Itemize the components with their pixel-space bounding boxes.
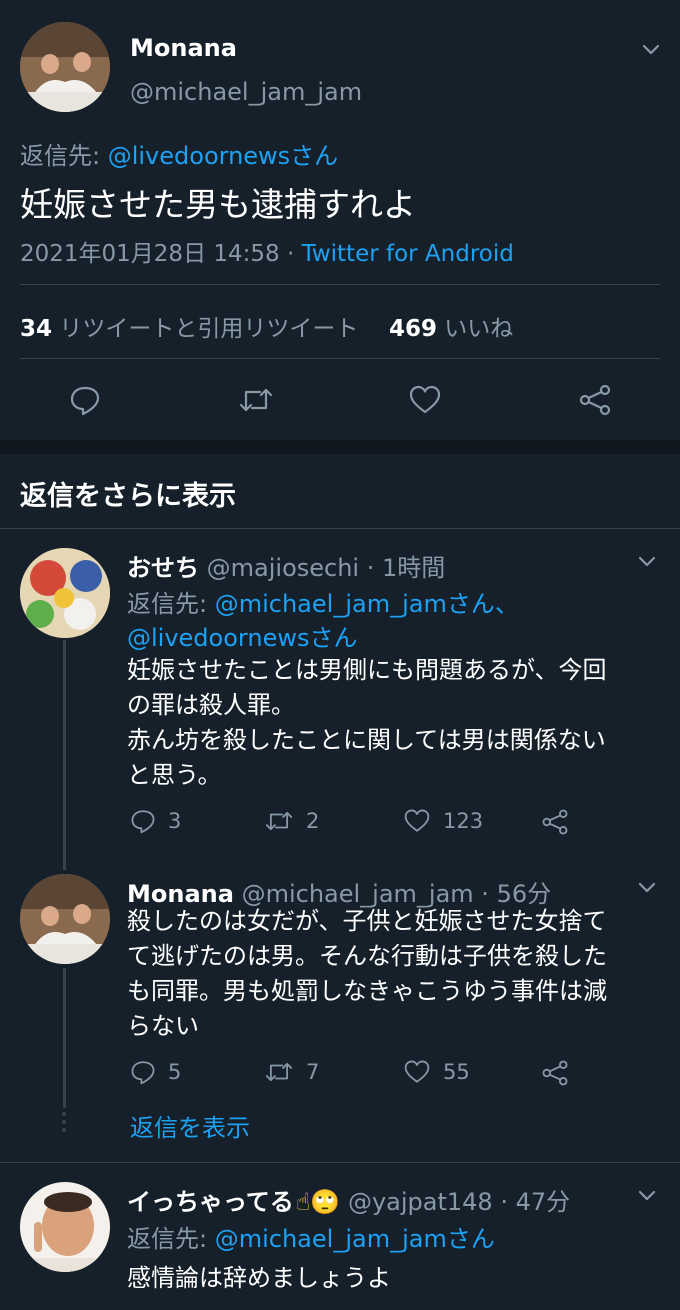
tweet-text: 妊娠させた男も逮捕すれよ: [20, 185, 416, 224]
chevron-down-icon[interactable]: [636, 550, 658, 572]
reply-to-link[interactable]: @livedoornewsさん: [108, 142, 338, 170]
share-icon[interactable]: [578, 383, 612, 417]
like-count: 55: [443, 1060, 470, 1084]
source-link[interactable]: Twitter for Android: [302, 241, 514, 267]
like-action[interactable]: 55: [403, 1059, 470, 1085]
retweet-count[interactable]: 34: [20, 316, 52, 342]
engagement-stats: 34 リツイートと引用リツイート 469 いいね: [20, 309, 513, 343]
avatar[interactable]: [20, 1182, 110, 1272]
thread-line: [63, 968, 66, 1108]
author-name[interactable]: おせち: [127, 554, 199, 582]
reply-count: 3: [168, 809, 182, 833]
chevron-down-icon[interactable]: [636, 1184, 658, 1206]
name-emoji: ☝🙄: [295, 1188, 341, 1216]
tweet-timestamp-line: 2021年01月28日 14:58 · Twitter for Android: [20, 234, 514, 268]
share-icon[interactable]: [541, 1059, 569, 1087]
reply-to-link[interactable]: @livedoornewsさん: [127, 618, 357, 653]
reply-prefix: 返信先:: [127, 590, 215, 618]
retweet-count: 2: [306, 809, 320, 833]
text-line: も同罪。男も処罰しなきゃこうゆう事件は減: [127, 977, 607, 1005]
share-icon[interactable]: [541, 808, 569, 836]
chevron-down-icon[interactable]: [640, 38, 662, 60]
reply-author-line: イっちゃってる☝🙄 @yajpat148 · 47分: [127, 1182, 570, 1217]
retweet-action[interactable]: 2: [264, 808, 319, 834]
chevron-down-icon[interactable]: [636, 876, 658, 898]
retweet-icon[interactable]: [264, 808, 294, 834]
reply-icon[interactable]: [130, 1059, 156, 1085]
reply-to-line: 返信先: @michael_jam_jamさん: [127, 1219, 495, 1254]
divider: [0, 1162, 680, 1163]
retweet-count: 7: [306, 1060, 320, 1084]
text-line: 妊娠させたことは男側にも問題あるが、今回: [127, 656, 607, 684]
avatar[interactable]: [20, 874, 110, 964]
like-action[interactable]: 123: [403, 808, 483, 834]
author-meta[interactable]: @yajpat148 · 47分: [348, 1188, 570, 1216]
author-name[interactable]: イっちゃってる: [127, 1188, 294, 1216]
reply-icon[interactable]: [69, 384, 101, 416]
reply-to-line: 返信先: @livedoornewsさん: [20, 136, 338, 171]
divider: [20, 284, 660, 285]
like-icon[interactable]: [403, 1059, 431, 1085]
thread-dots[interactable]: [62, 1112, 67, 1136]
like-count: 123: [443, 809, 484, 833]
like-icon[interactable]: [408, 384, 442, 416]
reply-to-link[interactable]: @michael_jam_jamさん: [215, 1225, 495, 1253]
reply-action[interactable]: 3: [130, 808, 181, 834]
show-replies-link[interactable]: 返信を表示: [130, 1108, 250, 1143]
avatar[interactable]: [20, 548, 110, 638]
reply-icon[interactable]: [130, 808, 156, 834]
text-line: 殺したのは女だが、子供と妊娠させた女捨て: [127, 907, 607, 935]
retweet-icon[interactable]: [238, 384, 274, 416]
reply-count: 5: [168, 1060, 182, 1084]
retweet-action[interactable]: 7: [264, 1059, 319, 1085]
text-line: て逃げたのは男。そんな行動は子供を殺した: [127, 942, 607, 970]
reply-prefix: 返信先:: [20, 142, 108, 170]
like-count[interactable]: 469: [389, 316, 437, 342]
reply-action[interactable]: 5: [130, 1059, 181, 1085]
text-line: と思う。: [127, 761, 222, 789]
retweet-label[interactable]: リツイートと引用リツイート: [59, 316, 358, 342]
reply-prefix: 返信先:: [127, 1225, 215, 1253]
author-meta[interactable]: @majiosechi · 1時間: [207, 554, 446, 582]
text-line: 赤ん坊を殺したことに関しては男は関係ない: [127, 726, 606, 754]
avatar[interactable]: [20, 22, 110, 112]
like-label[interactable]: いいね: [444, 316, 513, 342]
retweet-icon[interactable]: [264, 1059, 294, 1085]
divider: [0, 528, 680, 529]
text-line: の罪は殺人罪。: [127, 691, 295, 719]
like-icon[interactable]: [403, 808, 431, 834]
text-line: らない: [127, 1012, 199, 1040]
reply-to-link[interactable]: @michael_jam_jamさん、: [215, 590, 519, 618]
thread-line: [63, 640, 66, 870]
tweet-text: 妊娠させたことは男側にも問題あるが、今回 の罪は殺人罪。 赤ん坊を殺したことに関…: [127, 653, 607, 793]
tweet-text: 殺したのは女だが、子供と妊娠させた女捨て て逃げたのは男。そんな行動は子供を殺し…: [127, 904, 607, 1044]
divider: [20, 358, 660, 359]
timestamp[interactable]: 2021年01月28日 14:58 ·: [20, 241, 302, 267]
reply-to-line: 返信先: @michael_jam_jamさん、: [127, 584, 519, 619]
reply-author-line: おせち @majiosechi · 1時間: [127, 548, 445, 583]
author-name[interactable]: Monana: [130, 34, 237, 62]
author-handle[interactable]: @michael_jam_jam: [130, 78, 362, 106]
more-replies-heading: 返信をさらに表示: [20, 481, 236, 512]
section-separator: [0, 440, 680, 454]
tweet-text: 感情論は辞めましょうよ: [127, 1264, 391, 1292]
